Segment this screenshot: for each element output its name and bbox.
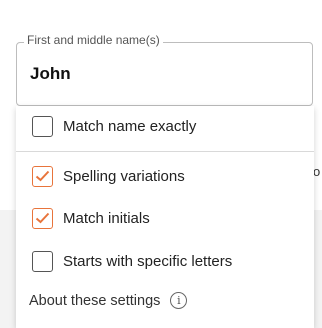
first-name-label: First and middle name(s) bbox=[24, 33, 163, 47]
option-label: Spelling variations bbox=[63, 167, 185, 185]
match-exactly-checkbox[interactable] bbox=[32, 115, 53, 137]
starts-with-checkbox[interactable] bbox=[32, 250, 53, 272]
name-match-options-dropdown: Match name exactly Spelling variations M… bbox=[16, 106, 314, 328]
option-spelling-variations[interactable]: Spelling variations bbox=[32, 164, 185, 188]
spelling-variations-checkbox[interactable] bbox=[32, 165, 53, 187]
option-label: Match initials bbox=[63, 209, 150, 227]
divider bbox=[16, 151, 314, 152]
first-name-value: John bbox=[30, 64, 71, 83]
option-label: Starts with specific letters bbox=[63, 252, 233, 270]
option-label: Match name exactly bbox=[63, 117, 197, 135]
about-settings-link[interactable]: About these settings i bbox=[29, 292, 188, 309]
about-settings-label: About these settings bbox=[29, 292, 161, 309]
option-match-initials[interactable]: Match initials bbox=[32, 206, 150, 230]
background-text-fragment: o bbox=[313, 164, 321, 179]
match-initials-checkbox[interactable] bbox=[32, 207, 53, 229]
option-starts-with-specific-letters[interactable]: Starts with specific letters bbox=[32, 249, 232, 273]
info-icon[interactable]: i bbox=[170, 292, 188, 309]
option-match-name-exactly[interactable]: Match name exactly bbox=[32, 114, 196, 138]
